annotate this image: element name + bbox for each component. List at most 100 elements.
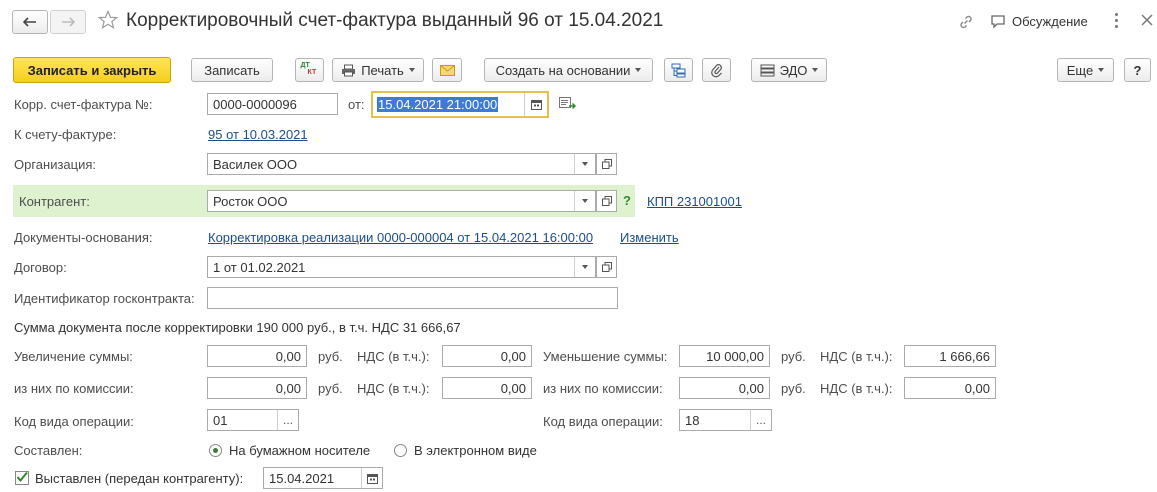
- edo-label: ЭДО: [779, 62, 808, 78]
- op-code-right-label: Код вида операции:: [543, 414, 663, 429]
- contract-dropdown[interactable]: [574, 257, 595, 277]
- electronic-option-label[interactable]: В электронном виде: [414, 443, 537, 458]
- chat-icon: [991, 15, 1005, 29]
- calendar-icon: [530, 100, 542, 110]
- back-button[interactable]: [12, 10, 48, 34]
- contract-field[interactable]: 1 от 01.02.2021: [207, 256, 596, 278]
- dec-commission-rub-label: руб.: [781, 381, 806, 396]
- close-icon[interactable]: [1141, 14, 1153, 29]
- op-code-left-field[interactable]: 01 ...: [207, 409, 299, 431]
- create-based-on-button[interactable]: Создать на основании: [484, 58, 653, 82]
- more-button[interactable]: Еще: [1057, 58, 1114, 82]
- favorite-star-icon[interactable]: [97, 9, 119, 33]
- open-window-icon: [601, 262, 612, 272]
- dec-commission-vat-field[interactable]: 0,00: [904, 377, 996, 399]
- issued-date-field[interactable]: 15.04.2021: [263, 467, 383, 489]
- issued-checkbox[interactable]: [15, 471, 29, 485]
- base-docs-link[interactable]: Корректировка реализации 0000-000004 от …: [208, 230, 593, 245]
- date-value: 15.04.2021 21:00:00: [377, 97, 499, 112]
- op-code-right-value: 18: [685, 412, 700, 428]
- save-and-close-button[interactable]: Записать и закрыть: [13, 57, 171, 83]
- corr-invoice-label: Корр. счет-фактура №:: [14, 97, 153, 112]
- checkmark-icon: [16, 471, 28, 483]
- chevron-down-icon: [1098, 68, 1105, 72]
- gov-contract-label: Идентификатор госконтракта:: [14, 291, 195, 306]
- decrease-vat-label: НДС (в т.ч.):: [820, 349, 893, 364]
- compiled-label: Составлен:: [14, 443, 83, 458]
- counterparty-open-button[interactable]: [596, 190, 617, 212]
- issued-date-value: 15.04.2021: [269, 470, 335, 486]
- counterparty-help-icon[interactable]: ?: [623, 193, 631, 208]
- save-button[interactable]: Записать: [191, 58, 273, 82]
- calendar-icon: [366, 473, 378, 484]
- counterparty-field[interactable]: Росток ООО: [207, 190, 596, 212]
- dt-kt-button[interactable]: ДТ КТ: [295, 58, 324, 82]
- forward-button[interactable]: [50, 10, 86, 34]
- envelope-icon: [439, 64, 455, 76]
- edo-button[interactable]: ЭДО: [751, 58, 827, 82]
- decrease-field[interactable]: 10 000,00: [679, 345, 770, 367]
- corr-invoice-number-field[interactable]: 0000-0000096: [207, 93, 338, 115]
- date-history-icon[interactable]: [559, 97, 577, 113]
- to-invoice-link[interactable]: 95 от 10.03.2021: [208, 127, 308, 142]
- to-invoice-label: К счету-фактуре:: [14, 127, 117, 142]
- decrease-rub-label: руб.: [781, 349, 806, 364]
- open-window-icon: [601, 159, 612, 169]
- sum-after-text: Сумма документа после корректировки 190 …: [14, 320, 461, 335]
- decrease-value: 10 000,00: [706, 348, 764, 364]
- paper-radio[interactable]: [209, 444, 222, 457]
- inc-commission-field[interactable]: 0,00: [207, 377, 307, 399]
- dec-commission-vat-label: НДС (в т.ч.):: [820, 381, 893, 396]
- decrease-vat-value: 1 666,66: [939, 348, 990, 364]
- op-code-right-select-button[interactable]: ...: [750, 410, 771, 430]
- issued-label[interactable]: Выставлен (передан контрагенту):: [35, 471, 243, 486]
- print-button[interactable]: Печать: [332, 58, 424, 82]
- increase-vat-value: 0,00: [500, 348, 526, 364]
- date-field[interactable]: 15.04.2021 21:00:00: [371, 91, 549, 118]
- more-vertical-icon[interactable]: [1114, 13, 1120, 28]
- edo-icon: [760, 64, 775, 76]
- increase-field[interactable]: 0,00: [207, 345, 307, 367]
- op-code-right-field[interactable]: 18 ...: [679, 409, 772, 431]
- paperclip-icon: [710, 63, 722, 77]
- decrease-label: Уменьшение суммы:: [543, 349, 668, 364]
- link-icon[interactable]: [958, 14, 974, 33]
- op-code-left-value: 01: [213, 412, 228, 428]
- chevron-down-icon: [812, 68, 819, 72]
- op-code-left-select-button[interactable]: ...: [277, 410, 298, 430]
- attach-button[interactable]: [702, 58, 731, 82]
- chevron-down-icon: [582, 199, 588, 203]
- calendar-button[interactable]: [524, 93, 547, 116]
- gov-contract-field[interactable]: [207, 287, 618, 309]
- organization-open-button[interactable]: [596, 153, 617, 175]
- create-based-on-label: Создать на основании: [495, 62, 631, 78]
- dec-commission-field[interactable]: 0,00: [679, 377, 770, 399]
- electronic-radio[interactable]: [394, 444, 407, 457]
- decrease-vat-field[interactable]: 1 666,66: [904, 345, 996, 367]
- structure-button[interactable]: [664, 58, 693, 82]
- email-button[interactable]: [432, 58, 462, 82]
- counterparty-dropdown[interactable]: [574, 191, 595, 211]
- paper-option-label[interactable]: На бумажном носителе: [229, 443, 370, 458]
- increase-vat-label: НДС (в т.ч.):: [357, 349, 430, 364]
- issued-calendar-button[interactable]: [361, 468, 382, 488]
- contract-value: 1 от 01.02.2021: [213, 259, 306, 275]
- change-link[interactable]: Изменить: [620, 230, 679, 245]
- organization-dropdown[interactable]: [574, 154, 595, 174]
- increase-vat-field[interactable]: 0,00: [442, 345, 532, 367]
- date-from-label: от:: [348, 97, 365, 112]
- contract-open-button[interactable]: [596, 256, 617, 278]
- counterparty-value: Росток ООО: [213, 193, 288, 209]
- inc-commission-vat-label: НДС (в т.ч.):: [357, 381, 430, 396]
- save-label: Записать: [204, 62, 260, 78]
- base-docs-label: Документы-основания:: [14, 230, 153, 245]
- inc-commission-vat-field[interactable]: 0,00: [442, 377, 532, 399]
- chevron-down-icon: [408, 68, 415, 72]
- help-button[interactable]: ?: [1124, 58, 1151, 82]
- organization-field[interactable]: Василек ООО: [207, 153, 596, 175]
- inc-commission-rub-label: руб.: [318, 381, 343, 396]
- discussion-label: Обсуждение: [1012, 14, 1088, 29]
- page-title: Корректировочный счет-фактура выданный 9…: [126, 10, 664, 31]
- kpp-link[interactable]: КПП 231001001: [647, 194, 742, 209]
- discussion-button[interactable]: Обсуждение: [990, 14, 1088, 29]
